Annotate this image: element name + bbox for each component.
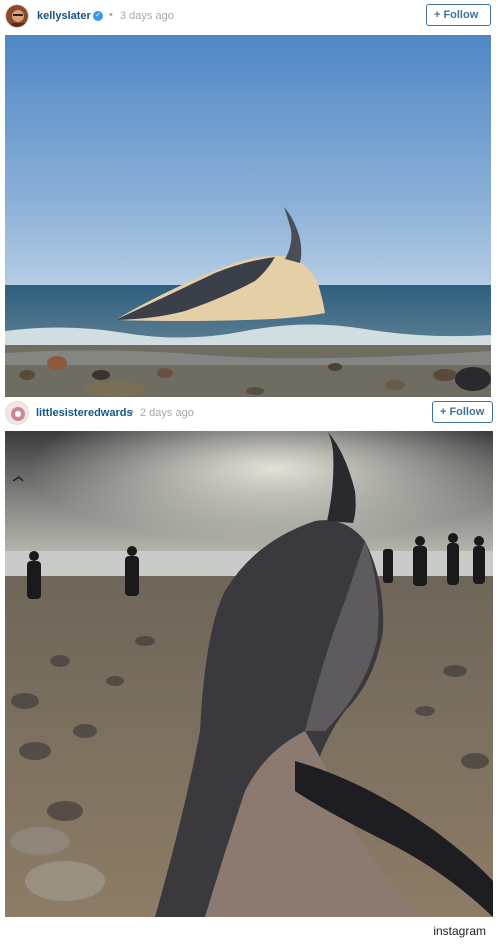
follow-button[interactable]: + Follow <box>432 401 493 423</box>
username[interactable]: littlesisteredwards <box>36 407 133 419</box>
post-photo[interactable] <box>5 431 493 917</box>
separator-dot: • <box>109 9 113 21</box>
avatar[interactable] <box>5 4 29 28</box>
post-header: littlesisteredwards • 2 days ago + Follo… <box>0 397 500 429</box>
post-photo[interactable] <box>5 35 491 397</box>
post-card: littlesisteredwards • 2 days ago + Follo… <box>0 397 500 917</box>
post-time: 2 days ago <box>140 407 194 419</box>
post-card: kellyslater ✓ • 3 days ago + Follow <box>0 0 500 397</box>
separator-dot: • <box>130 406 134 418</box>
plus-icon: + <box>434 9 441 21</box>
username[interactable]: kellyslater <box>37 10 91 22</box>
post-header: kellyslater ✓ • 3 days ago + Follow <box>0 0 500 32</box>
plus-icon: + <box>440 406 447 418</box>
post-time: 3 days ago <box>120 10 174 22</box>
follow-button-label: Follow <box>449 406 485 418</box>
verified-badge-icon: ✓ <box>93 11 103 21</box>
follow-button[interactable]: + Follow <box>426 4 491 26</box>
source-credit: instagram <box>433 924 486 938</box>
avatar[interactable] <box>5 401 29 425</box>
follow-button-label: Follow <box>443 9 479 21</box>
